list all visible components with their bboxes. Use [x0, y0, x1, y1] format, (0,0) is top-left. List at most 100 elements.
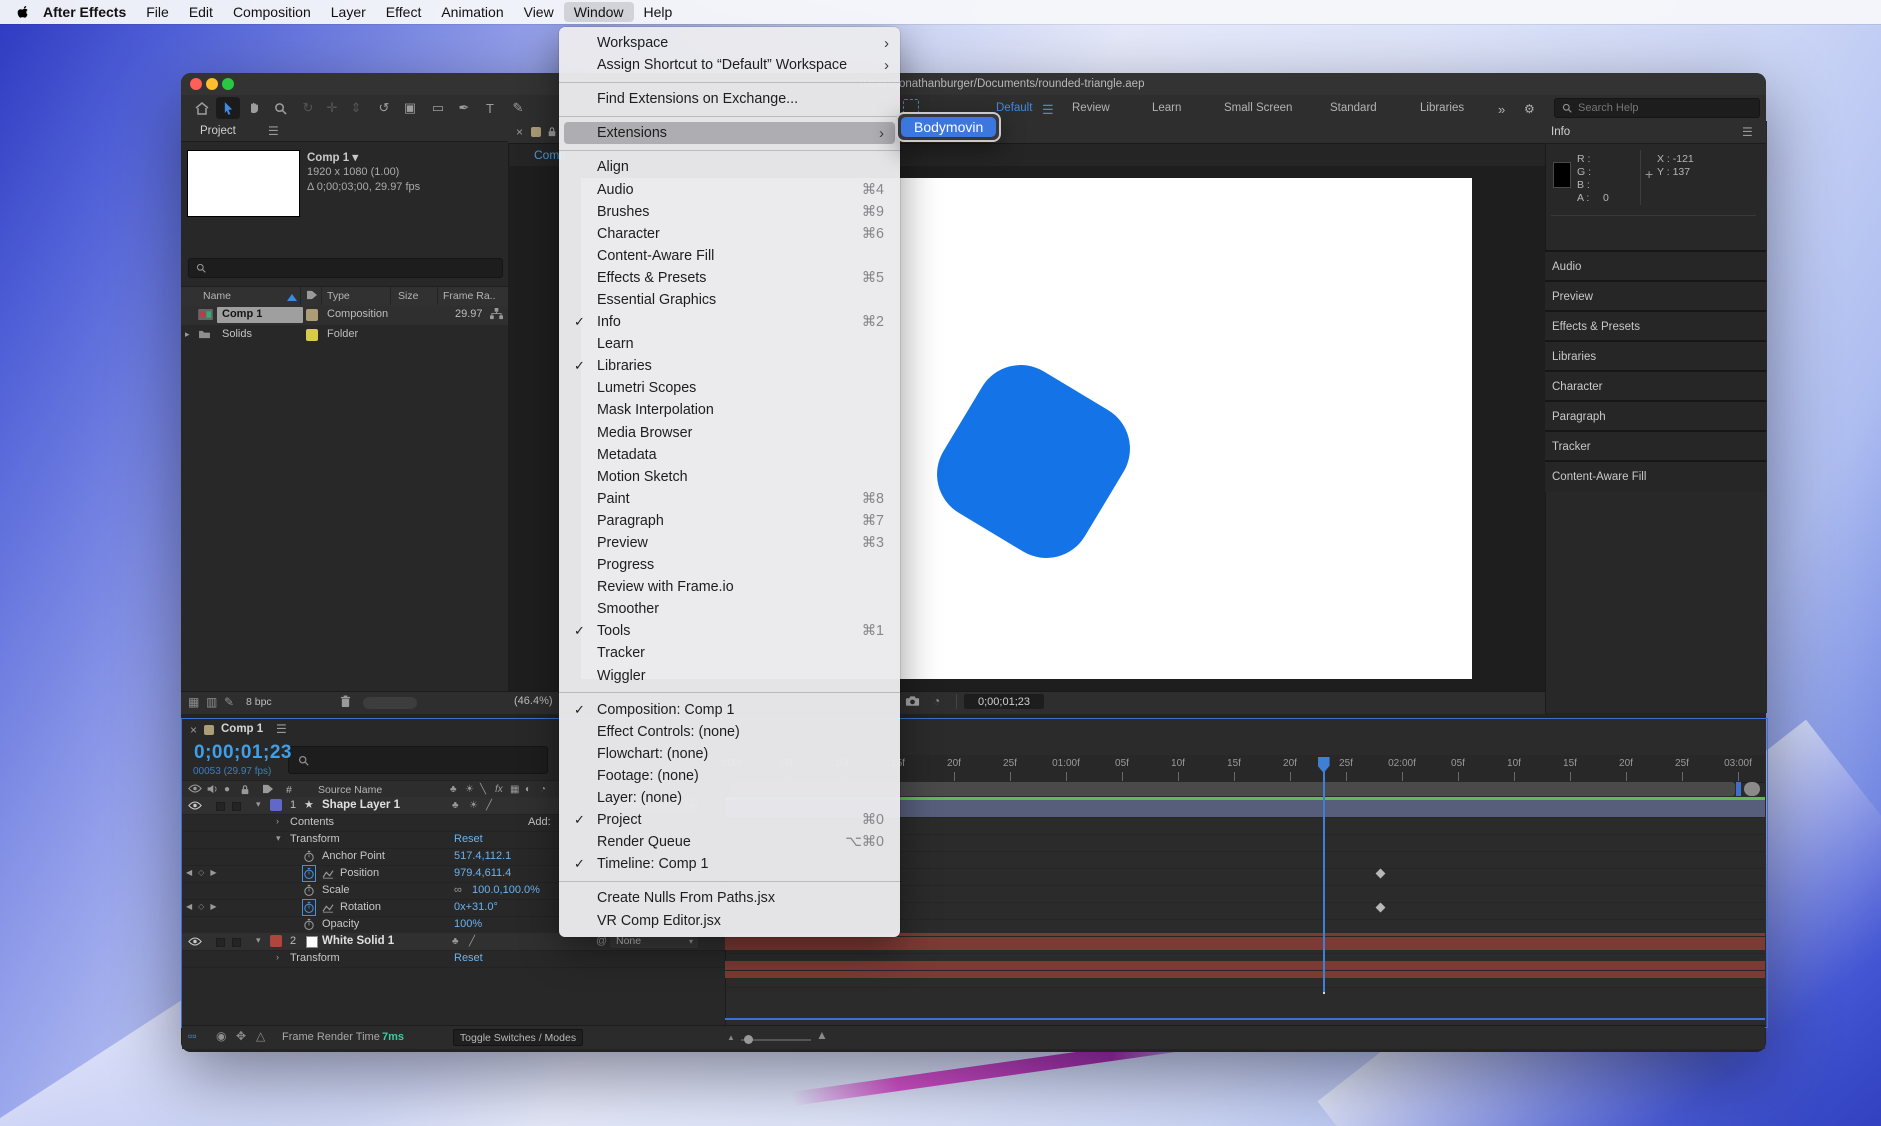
label-color-swatch[interactable] [306, 329, 318, 341]
menu-item-render-queue[interactable]: Render Queue⌥⌘0 [559, 831, 900, 853]
panel-tab-effects-presets[interactable]: Effects & Presets [1545, 310, 1766, 342]
tab-workspace-libraries[interactable]: Libraries [1420, 102, 1464, 114]
menu-item-composition-comp-1[interactable]: ✓Composition: Comp 1 [559, 699, 900, 721]
timeline-search-field[interactable] [288, 746, 548, 774]
project-item-name[interactable]: Solids [222, 328, 252, 340]
menu-item-bodymovin[interactable]: Bodymovin [901, 117, 996, 137]
column-divider[interactable] [437, 287, 438, 305]
tab-workspace-learn[interactable]: Learn [1152, 102, 1181, 114]
menubar-item-after-effects[interactable]: After Effects [33, 2, 136, 22]
transform-group-name[interactable]: Transform [290, 833, 340, 845]
panel-tab-paragraph[interactable]: Paragraph [1545, 400, 1766, 432]
transform-reset-link[interactable]: Reset [454, 952, 483, 964]
menu-item-wiggler[interactable]: Wiggler [559, 665, 900, 687]
av-toggle-box[interactable] [216, 938, 225, 947]
help-search-input[interactable] [1576, 101, 1743, 115]
switch-header-backslash-icon[interactable]: ╲ [480, 784, 486, 795]
project-comp-name[interactable]: Comp 1 ▾ [307, 150, 358, 164]
graph-icon[interactable] [322, 869, 334, 879]
switch-header-shy-icon[interactable]: ♣ [450, 784, 457, 795]
menu-item-info[interactable]: ✓Info⌘2 [559, 311, 900, 333]
menu-item-learn[interactable]: Learn [559, 333, 900, 355]
layer-name[interactable]: Shape Layer 1 [322, 799, 400, 811]
property-name[interactable]: Anchor Point [322, 850, 385, 862]
eye-icon[interactable] [188, 937, 202, 946]
menu-item-motion-sketch[interactable]: Motion Sketch [559, 466, 900, 488]
workspace-settings-icon[interactable]: ⚙ [1524, 102, 1535, 116]
layer-name[interactable]: White Solid 1 [322, 935, 394, 947]
menu-item-tools[interactable]: ✓Tools⌘1 [559, 620, 900, 642]
pan-camera-tool-icon[interactable]: ✛ [320, 97, 344, 119]
eye-icon[interactable] [188, 801, 202, 810]
menubar-item-file[interactable]: File [136, 2, 179, 22]
timeline-zoom-slider-handle[interactable] [744, 1035, 753, 1044]
preview-time-display[interactable]: 0;00;01;23 [964, 694, 1044, 709]
project-column-type[interactable]: Type [327, 290, 350, 302]
project-footer-edit-icon[interactable]: ✎ [224, 695, 234, 709]
type-tool-icon[interactable]: T [478, 97, 502, 119]
property-value[interactable]: 979.4,611.4 [454, 867, 511, 879]
show-channels-icon[interactable]: ◔ [933, 694, 940, 708]
tab-workspace-small-screen[interactable]: Small Screen [1224, 102, 1292, 114]
menubar-item-view[interactable]: View [514, 2, 564, 22]
menu-item-create-nulls-from-paths-jsx[interactable]: Create Nulls From Paths.jsx [559, 887, 900, 909]
timeline-scroll-pill[interactable] [1744, 782, 1760, 796]
keyframe-diamond-icon[interactable]: ◇ [198, 868, 210, 877]
apple-menu-icon[interactable] [16, 5, 29, 20]
brush-tool-icon[interactable]: ✎ [506, 97, 530, 119]
minimize-window-button[interactable] [206, 78, 218, 90]
menu-item-paint[interactable]: Paint⌘8 [559, 488, 900, 510]
menu-item-brushes[interactable]: Brushes⌘9 [559, 201, 900, 223]
project-row-solids[interactable]: ▸SolidsFolder [181, 326, 508, 345]
panel-tab-audio[interactable]: Audio [1545, 250, 1766, 282]
menu-item-metadata[interactable]: Metadata [559, 444, 900, 466]
tab-project[interactable]: Project [200, 125, 236, 137]
switch-slash-icon[interactable]: ╱ [486, 800, 492, 811]
project-item-name[interactable]: Comp 1 [222, 308, 262, 320]
flowchart-icon[interactable] [490, 308, 503, 320]
switch-slash-icon[interactable]: ╱ [469, 936, 475, 947]
collapse-chevron-icon[interactable]: ▾ [276, 833, 281, 844]
graph-icon[interactable] [322, 903, 334, 913]
timeline-search-input[interactable] [313, 753, 523, 767]
property-value[interactable]: 100.0,100.0% [472, 884, 540, 896]
menu-item-effect-controls-none[interactable]: Effect Controls: (none) [559, 721, 900, 743]
column-divider[interactable] [321, 287, 322, 305]
expander-icon[interactable]: ▸ [185, 329, 190, 340]
switch-shy-icon[interactable]: ♣ [452, 800, 459, 811]
panel-tab-character[interactable]: Character [1545, 370, 1766, 402]
switch-shy-icon[interactable]: ♣ [452, 936, 459, 947]
workspace-menu-icon[interactable]: ☰ [1042, 102, 1054, 118]
transform-reset-link[interactable]: Reset [454, 833, 483, 845]
panel-tab-content-aware-fill[interactable]: Content-Aware Fill [1545, 460, 1766, 492]
project-bit-depth[interactable]: 8 bpc [246, 696, 272, 708]
draft-3d-icon[interactable]: ◉ [216, 1029, 226, 1043]
playhead-line[interactable] [1323, 757, 1325, 992]
keyframe-nav[interactable]: ◀◇▶ [186, 868, 222, 877]
menu-item-character[interactable]: Character⌘6 [559, 223, 900, 245]
layer-label-swatch[interactable] [270, 799, 282, 811]
property-value[interactable]: 100% [454, 918, 482, 930]
info-panel-menu-icon[interactable]: ☰ [1742, 125, 1753, 139]
tab-timeline-comp1[interactable]: Comp 1 [221, 723, 263, 735]
toggle-switches-modes-button[interactable]: Toggle Switches / Modes [453, 1029, 583, 1046]
parent-pickwhip-icon[interactable]: @ [596, 935, 607, 947]
current-time-display[interactable]: 0;00;01;23 [194, 742, 292, 764]
panel-tab-tracker[interactable]: Tracker [1545, 430, 1766, 462]
project-search-input[interactable] [210, 261, 464, 275]
expander-icon[interactable]: › [276, 816, 279, 826]
av-toggle-box[interactable] [216, 802, 225, 811]
tab-info[interactable]: Info [1551, 126, 1570, 138]
property-value[interactable]: 517.4,112.1 [454, 850, 511, 862]
project-footer-list-icon[interactable]: ▥ [206, 695, 217, 709]
zoom-tool-icon[interactable] [268, 97, 292, 119]
menu-item-flowchart-none[interactable]: Flowchart: (none) [559, 743, 900, 765]
zoom-level-dropdown[interactable]: (46.4%) [514, 695, 553, 707]
menubar-item-composition[interactable]: Composition [223, 2, 321, 22]
contents-add-button[interactable]: Add: [528, 816, 551, 828]
av-toggle-box[interactable] [232, 938, 241, 947]
menubar-item-animation[interactable]: Animation [431, 2, 513, 22]
project-panel-menu-icon[interactable]: ☰ [268, 124, 279, 138]
composition-mini-flowchart-icon[interactable]: ▫▫ [188, 1029, 197, 1043]
hand-tool-icon[interactable] [242, 97, 266, 119]
